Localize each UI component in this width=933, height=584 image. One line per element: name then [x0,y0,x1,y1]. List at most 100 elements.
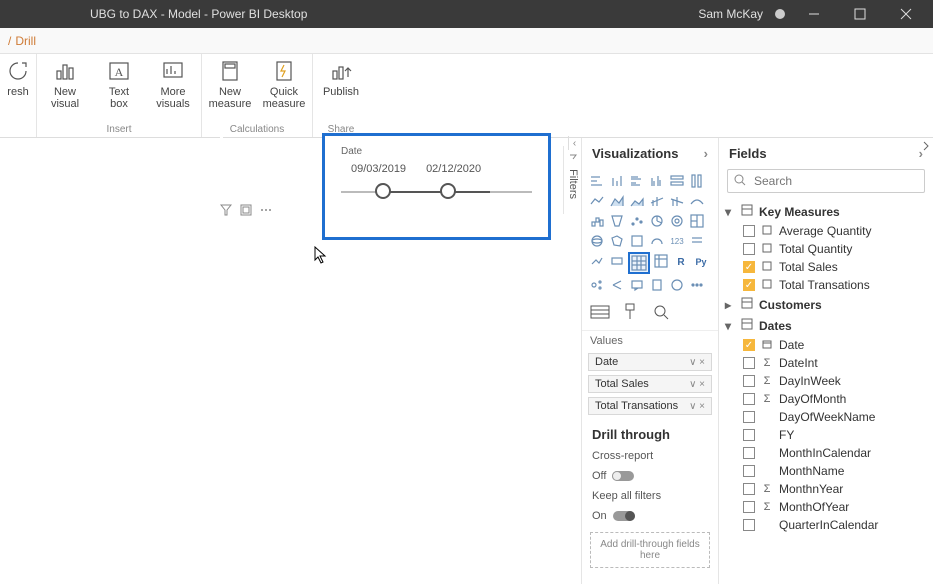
table-icon [741,204,753,219]
field-total-sales[interactable]: ✓Total Sales [723,258,929,276]
slicer-start-date[interactable]: 09/03/2019 [351,163,406,175]
viz-map[interactable] [588,232,606,250]
window-minimize-button[interactable] [797,0,831,28]
viz-area[interactable] [608,192,626,210]
canvas-edge-collapse[interactable] [220,136,223,156]
value-well-date[interactable]: Date ∨ × [588,353,712,371]
group-dates[interactable]: ▾ Dates [723,315,929,336]
viz-table-selected[interactable] [628,252,650,274]
right-edge-chevron-icon[interactable] [921,140,931,154]
field-total-quantity[interactable]: Total Quantity [723,240,929,258]
format-tab-icon[interactable] [622,303,640,324]
fields-tab-icon[interactable] [590,303,610,324]
text-box-button[interactable]: A Text box [97,58,141,110]
new-measure-button[interactable]: New measure [208,58,252,110]
keep-filters-toggle[interactable]: On [592,510,635,522]
viz-gauge[interactable] [648,232,666,250]
viz-100-stacked-bar[interactable] [668,172,686,190]
new-visual-button[interactable]: New visual [43,58,87,110]
refresh-label: resh [7,86,28,98]
field-monthname[interactable]: MonthName [723,462,929,480]
field-date[interactable]: ✓Date [723,336,929,354]
viz-100-stacked-column[interactable] [688,172,706,190]
table-icon [741,297,753,312]
viz-python[interactable]: Py [692,252,710,270]
viz-decomp-tree[interactable] [608,276,626,294]
field-monthofyear[interactable]: ΣMonthOfYear [723,498,929,516]
filter-icon[interactable] [220,204,232,219]
viz-funnel[interactable] [608,212,626,230]
filters-pane-tab[interactable]: Filters [563,146,581,214]
fields-search[interactable] [727,169,925,193]
field-dayinweek[interactable]: ΣDayInWeek [723,372,929,390]
more-visuals-button[interactable]: More visuals [151,58,195,110]
viz-r-script[interactable]: R [672,252,690,270]
slider-thumb-end[interactable] [440,183,456,199]
window-close-button[interactable] [889,0,923,28]
viz-key-influencers[interactable] [588,276,606,294]
keepfilters-label: Keep all filters [582,486,718,506]
viz-slicer[interactable] [608,252,626,270]
viz-matrix[interactable] [652,252,670,270]
svg-text:123: 123 [670,237,684,246]
viz-paginated[interactable] [648,276,666,294]
field-fy[interactable]: FY [723,426,929,444]
field-dateint[interactable]: ΣDateInt [723,354,929,372]
viz-stacked-area[interactable] [628,192,646,210]
viz-arcgis[interactable] [668,276,686,294]
group-customers[interactable]: ▸ Customers [723,294,929,315]
group-key-measures[interactable]: ▾ Key Measures [723,201,929,222]
viz-clustered-column[interactable] [648,172,666,190]
viz-stacked-bar[interactable] [588,172,606,190]
slider-thumb-start[interactable] [375,183,391,199]
visual-header-icons [220,204,272,219]
visualizations-expand-icon[interactable]: › [704,146,708,161]
date-slicer-visual[interactable]: Date 09/03/2019 02/12/2020 [322,133,551,240]
field-average-quantity[interactable]: Average Quantity [723,222,929,240]
refresh-button[interactable]: resh [6,58,30,98]
viz-stacked-column[interactable] [608,172,626,190]
slicer-slider[interactable] [341,191,532,193]
viz-treemap[interactable] [688,212,706,230]
viz-qna[interactable] [628,276,646,294]
user-avatar[interactable] [775,9,785,19]
viz-filled-map[interactable] [608,232,626,250]
viz-waterfall[interactable] [588,212,606,230]
breadcrumb-item-drill[interactable]: Drill [15,34,36,48]
field-total-transactions[interactable]: ✓Total Transations [723,276,929,294]
viz-line-stacked[interactable] [668,192,686,210]
value-well-total-sales[interactable]: Total Sales ∨ × [588,375,712,393]
viz-donut[interactable] [668,212,686,230]
viz-shape-map[interactable] [628,232,646,250]
quick-measure-button[interactable]: Quick measure [262,58,306,110]
report-canvas[interactable]: Date 09/03/2019 02/12/2020 ‹ Filters [0,138,581,584]
more-options-icon[interactable] [260,204,272,219]
title-bar: UBG to DAX - Model - Power BI Desktop Sa… [0,0,933,28]
viz-multirow-card[interactable] [688,232,706,250]
viz-more-ellipsis[interactable] [688,276,706,294]
main-area: Date 09/03/2019 02/12/2020 ‹ Filters [0,138,933,584]
viz-line-clustered[interactable] [648,192,666,210]
viz-line[interactable] [588,192,606,210]
viz-card[interactable]: 123 [668,232,686,250]
field-dayofweekname[interactable]: DayOfWeekName [723,408,929,426]
field-monthnyear[interactable]: ΣMonthnYear [723,480,929,498]
field-quarterincalendar[interactable]: QuarterInCalendar [723,516,929,534]
viz-ribbon[interactable] [688,192,706,210]
focus-mode-icon[interactable] [240,204,252,219]
publish-button[interactable]: Publish [319,58,363,98]
drillthrough-dropzone[interactable]: Add drill-through fields here [590,532,710,568]
viz-kpi[interactable] [588,252,606,270]
publish-icon [327,58,355,84]
search-input[interactable] [752,173,918,189]
field-monthincalendar[interactable]: MonthInCalendar [723,444,929,462]
field-dayofmonth[interactable]: ΣDayOfMonth [723,390,929,408]
cross-report-toggle[interactable]: Off [592,470,634,482]
viz-scatter[interactable] [628,212,646,230]
viz-clustered-bar[interactable] [628,172,646,190]
analytics-tab-icon[interactable] [652,303,670,324]
slicer-end-date[interactable]: 02/12/2020 [426,163,481,175]
window-maximize-button[interactable] [843,0,877,28]
viz-pie[interactable] [648,212,666,230]
value-well-total-transactions[interactable]: Total Transations ∨ × [588,397,712,415]
